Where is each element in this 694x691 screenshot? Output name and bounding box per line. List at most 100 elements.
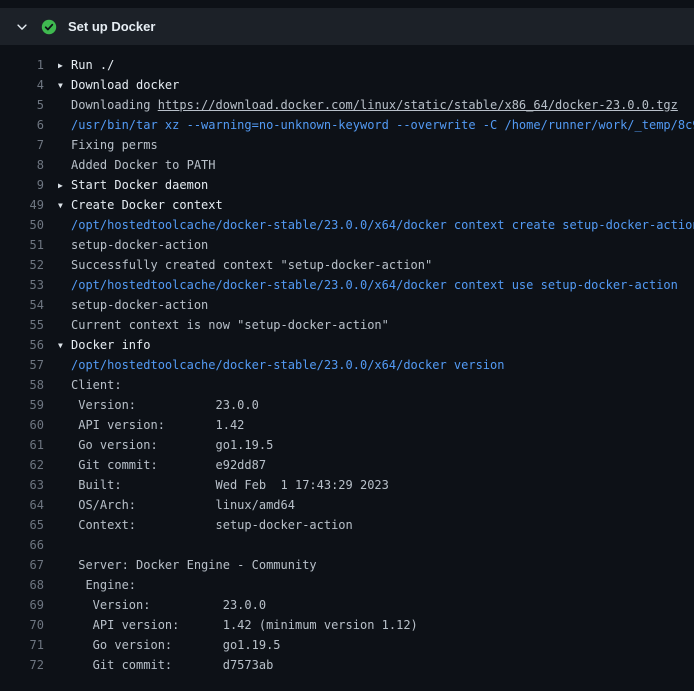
line-number[interactable]: 70 xyxy=(0,615,44,635)
log-text: Go version: go1.19.5 xyxy=(71,438,273,452)
log-line: 70 API version: 1.42 (minimum version 1.… xyxy=(0,615,694,635)
log-line: 57/opt/hostedtoolcache/docker-stable/23.… xyxy=(0,355,694,375)
log-line: 66 xyxy=(0,535,694,555)
line-number[interactable]: 7 xyxy=(0,135,44,155)
log-group-row[interactable]: 1 ▶Run ./ xyxy=(0,55,694,75)
log-line: 59 Version: 23.0.0 xyxy=(0,395,694,415)
line-number[interactable]: 65 xyxy=(0,515,44,535)
log-line: 52 Successfully created context "setup-do… xyxy=(0,255,694,275)
log-text: Docker info xyxy=(71,338,150,352)
log-text: /opt/hostedtoolcache/docker-stable/23.0.… xyxy=(71,218,694,232)
line-number[interactable]: 4 xyxy=(0,75,44,95)
line-number[interactable]: 5 xyxy=(0,95,44,115)
log-text: Start Docker daemon xyxy=(71,178,208,192)
line-number[interactable]: 59 xyxy=(0,395,44,415)
line-number[interactable]: 9 xyxy=(0,175,44,195)
log-line: 65 Context: setup-docker-action xyxy=(0,515,694,535)
log-line: 53/opt/hostedtoolcache/docker-stable/23.… xyxy=(0,275,694,295)
line-number[interactable]: 58 xyxy=(0,375,44,395)
actions-log-viewer: { "header": { "title": "Set up Docker", … xyxy=(0,8,694,691)
log-line: 67 Server: Docker Engine - Community xyxy=(0,555,694,575)
log-text: Run ./ xyxy=(71,58,114,72)
line-number[interactable]: 53 xyxy=(0,275,44,295)
line-number[interactable]: 71 xyxy=(0,635,44,655)
log-text: Version: 23.0.0 xyxy=(71,398,259,412)
log-group-row[interactable]: 4 ▼Download docker xyxy=(0,75,694,95)
log-line: 50/opt/hostedtoolcache/docker-stable/23.… xyxy=(0,215,694,235)
log-line: 64 OS/Arch: linux/amd64 xyxy=(0,495,694,515)
line-number[interactable]: 66 xyxy=(0,535,44,555)
log-text: API version: 1.42 xyxy=(71,418,244,432)
line-number[interactable]: 52 xyxy=(0,255,44,275)
log-text: Server: Docker Engine - Community xyxy=(71,558,317,572)
log-line: 55 Current context is now "setup-docker-a… xyxy=(0,315,694,335)
line-number[interactable]: 55 xyxy=(0,315,44,335)
log-line: 69 Version: 23.0.0 xyxy=(0,595,694,615)
log-line: 8 Added Docker to PATH xyxy=(0,155,694,175)
line-number[interactable]: 8 xyxy=(0,155,44,175)
log-group-row[interactable]: 9 ▶Start Docker daemon xyxy=(0,175,694,195)
line-number[interactable]: 51 xyxy=(0,235,44,255)
log-text: Create Docker context xyxy=(71,198,223,212)
log-text: Built: Wed Feb 1 17:43:29 2023 xyxy=(71,478,389,492)
line-number[interactable]: 57 xyxy=(0,355,44,375)
log-line: 7 Fixing perms xyxy=(0,135,694,155)
log-line: 71 Go version: go1.19.5 xyxy=(0,635,694,655)
line-number[interactable]: 69 xyxy=(0,595,44,615)
line-number[interactable]: 6 xyxy=(0,115,44,135)
log-text: /opt/hostedtoolcache/docker-stable/23.0.… xyxy=(71,358,504,372)
chevron-down-icon[interactable]: ▼ xyxy=(58,196,71,215)
line-number[interactable]: 49 xyxy=(0,195,44,215)
log-line: 62 Git commit: e92dd87 xyxy=(0,455,694,475)
line-number[interactable]: 61 xyxy=(0,435,44,455)
log-text: Version: 23.0.0 xyxy=(71,598,266,612)
line-number[interactable]: 67 xyxy=(0,555,44,575)
log-text: Context: setup-docker-action xyxy=(71,518,353,532)
log-text: API version: 1.42 (minimum version 1.12) xyxy=(71,618,418,632)
line-number[interactable]: 68 xyxy=(0,575,44,595)
log-group-row[interactable]: 56 ▼Docker info xyxy=(0,335,694,355)
log-line: 54 setup-docker-action xyxy=(0,295,694,315)
check-circle-icon xyxy=(41,19,57,35)
log-line: 51 setup-docker-action xyxy=(0,235,694,255)
log-line: 6/usr/bin/tar xz --warning=no-unknown-ke… xyxy=(0,115,694,135)
line-number[interactable]: 60 xyxy=(0,415,44,435)
step-header[interactable]: Set up Docker xyxy=(0,8,694,45)
log-line: 68 Engine: xyxy=(0,575,694,595)
log-text: Go version: go1.19.5 xyxy=(71,638,281,652)
log-line: 5Downloading https://download.docker.com… xyxy=(0,95,694,115)
log-text: /opt/hostedtoolcache/docker-stable/23.0.… xyxy=(71,278,678,292)
chevron-down-icon[interactable] xyxy=(14,19,30,35)
log-text: /usr/bin/tar xz --warning=no-unknown-key… xyxy=(71,118,694,132)
log-text: Added Docker to PATH xyxy=(71,158,216,172)
log-text: Client: xyxy=(71,378,122,392)
chevron-down-icon[interactable]: ▼ xyxy=(58,336,71,355)
chevron-right-icon[interactable]: ▶ xyxy=(58,56,71,75)
line-number[interactable]: 63 xyxy=(0,475,44,495)
log-text: setup-docker-action xyxy=(71,238,208,252)
log-line: 58 Client: xyxy=(0,375,694,395)
log-text: Successfully created context "setup-dock… xyxy=(71,258,432,272)
chevron-down-icon[interactable]: ▼ xyxy=(58,76,71,95)
log-link[interactable]: https://download.docker.com/linux/static… xyxy=(158,98,678,112)
line-number[interactable]: 56 xyxy=(0,335,44,355)
log-line: 72 Git commit: d7573ab xyxy=(0,655,694,675)
log-text: Download docker xyxy=(71,78,179,92)
log-text: Git commit: d7573ab xyxy=(71,658,273,672)
log-text: Fixing perms xyxy=(71,138,158,152)
log-line: 61 Go version: go1.19.5 xyxy=(0,435,694,455)
log-line: 63 Built: Wed Feb 1 17:43:29 2023 xyxy=(0,475,694,495)
log-text: Current context is now "setup-docker-act… xyxy=(71,318,389,332)
line-number[interactable]: 64 xyxy=(0,495,44,515)
log-text: Git commit: e92dd87 xyxy=(71,458,266,472)
line-number[interactable]: 50 xyxy=(0,215,44,235)
line-number[interactable]: 62 xyxy=(0,455,44,475)
line-number[interactable]: 1 xyxy=(0,55,44,75)
log-text: setup-docker-action xyxy=(71,298,208,312)
step-title: Set up Docker xyxy=(68,19,155,34)
line-number[interactable]: 54 xyxy=(0,295,44,315)
line-number[interactable]: 72 xyxy=(0,655,44,675)
chevron-right-icon[interactable]: ▶ xyxy=(58,176,71,195)
log-text: Engine: xyxy=(71,578,136,592)
log-group-row[interactable]: 49 ▼Create Docker context xyxy=(0,195,694,215)
